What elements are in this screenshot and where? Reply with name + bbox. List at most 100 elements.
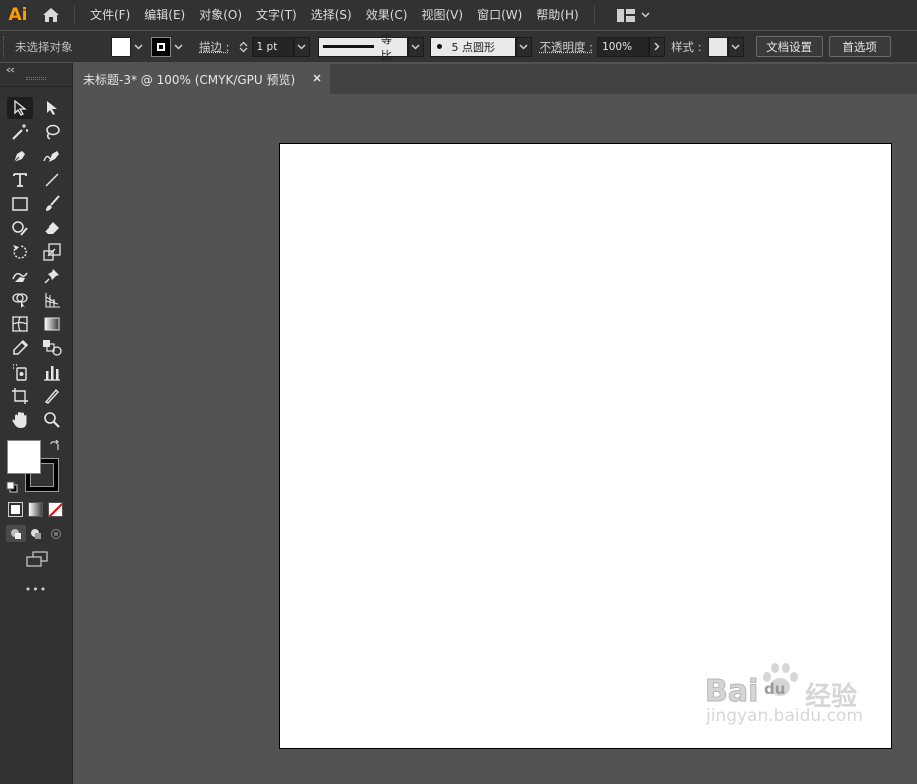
shaper-tool[interactable]: [7, 217, 33, 239]
menu-edit[interactable]: 编辑(E): [137, 0, 192, 30]
shape-builder-icon: [12, 293, 28, 308]
stroke-profile-dropdown[interactable]: [407, 36, 424, 57]
eraser-tool[interactable]: [39, 217, 65, 239]
panel-grip[interactable]: [3, 35, 9, 58]
none-mode-button[interactable]: [48, 502, 63, 517]
chevron-down-icon: [297, 43, 306, 50]
document-setup-button[interactable]: 文档设置: [755, 36, 823, 57]
workspace-layout-icon: [616, 8, 635, 22]
lasso-tool[interactable]: [39, 121, 65, 143]
mesh-tool[interactable]: [7, 313, 33, 335]
gradient-tool[interactable]: [39, 313, 65, 335]
draw-behind-icon: [31, 528, 41, 539]
fill-color-swatch[interactable]: [7, 440, 41, 474]
swap-fill-stroke-icon[interactable]: [49, 440, 61, 452]
opacity-input[interactable]: 100%: [597, 36, 650, 57]
draw-inside-button[interactable]: [46, 525, 66, 542]
column-graph-tool[interactable]: [39, 361, 65, 383]
pushpin-icon: [44, 269, 59, 284]
symbol-sprayer-tool[interactable]: [7, 361, 33, 383]
selection-tool[interactable]: [7, 97, 33, 119]
stroke-dropdown[interactable]: [171, 43, 185, 50]
app-logo[interactable]: Ai: [0, 0, 36, 30]
puppet-warp-tool[interactable]: [39, 265, 65, 287]
brush-dropdown[interactable]: [515, 36, 532, 57]
pen-nib-icon: [13, 151, 25, 163]
workspace-switcher[interactable]: [616, 8, 650, 22]
line-segment-icon: [45, 173, 59, 187]
stroke-weight-dropdown[interactable]: [293, 36, 310, 57]
watermark-brand2: du: [764, 680, 786, 698]
chevron-right-icon: [654, 42, 660, 51]
panel-grip[interactable]: [26, 77, 46, 80]
menu-effect[interactable]: 效果(C): [359, 0, 415, 30]
color-mode-button[interactable]: [8, 502, 23, 517]
chevron-down-icon: [519, 43, 528, 50]
scale-icon: [43, 243, 61, 261]
rotate-tool[interactable]: [7, 241, 33, 263]
menu-bar: Ai 文件(F) 编辑(E) 对象(O) 文字(T) 选择(S) 效果(C) 视…: [0, 0, 917, 30]
document-tabs: 未标题-3* @ 100% (CMYK/GPU 预览): [74, 64, 917, 94]
screen-mode-icon: [26, 551, 48, 567]
document-tab-title: 未标题-3* @ 100% (CMYK/GPU 预览): [83, 72, 296, 87]
artboard-tool[interactable]: [7, 385, 33, 407]
chevron-down-icon: [641, 12, 650, 18]
fill-swatch[interactable]: [111, 36, 131, 57]
collapse-panel-icon[interactable]: [6, 67, 15, 73]
home-button[interactable]: [36, 0, 66, 30]
line-segment-tool[interactable]: [39, 169, 65, 191]
stroke-swatch[interactable]: [151, 36, 171, 57]
blend-tool[interactable]: [39, 337, 65, 359]
preferences-button[interactable]: 首选项: [828, 36, 891, 57]
stroke-label[interactable]: 描边 :: [199, 39, 230, 55]
artboard[interactable]: [279, 143, 892, 749]
tab-close-button[interactable]: [310, 71, 324, 85]
edit-toolbar-button[interactable]: •••: [0, 583, 72, 596]
shape-builder-tool[interactable]: [7, 289, 33, 311]
screen-mode-button[interactable]: [24, 550, 50, 568]
document-tab[interactable]: 未标题-3* @ 100% (CMYK/GPU 预览): [74, 64, 330, 94]
rectangle-tool[interactable]: [7, 193, 33, 215]
slice-tool[interactable]: [39, 385, 65, 407]
stroke-profile-select[interactable]: 等比: [317, 33, 408, 62]
type-t-icon: [13, 173, 27, 187]
menu-select[interactable]: 选择(S): [304, 0, 359, 30]
pen-tool[interactable]: [7, 145, 33, 167]
zoom-tool[interactable]: [39, 409, 65, 431]
paintbrush-tool[interactable]: [39, 193, 65, 215]
opacity-flyout[interactable]: [649, 36, 666, 57]
eyedropper-tool[interactable]: [7, 337, 33, 359]
warp-tool[interactable]: [7, 265, 33, 287]
opacity-label[interactable]: 不透明度 :: [540, 39, 594, 55]
draw-normal-button[interactable]: [6, 525, 26, 542]
stroke-weight-input[interactable]: 1 pt: [251, 36, 294, 57]
direct-selection-arrow-icon: [47, 101, 57, 115]
menu-window[interactable]: 窗口(W): [470, 0, 529, 30]
curvature-tool[interactable]: [39, 145, 65, 167]
direct-selection-tool[interactable]: [39, 97, 65, 119]
brush-dot-icon: [436, 44, 442, 49]
none-slash-icon: [49, 503, 62, 516]
rectangle-icon: [12, 197, 28, 211]
default-fill-stroke-icon[interactable]: [6, 481, 18, 493]
draw-behind-button[interactable]: [26, 525, 46, 542]
scale-tool[interactable]: [39, 241, 65, 263]
gradient-mode-button[interactable]: [28, 502, 43, 517]
draw-inside-icon: [50, 528, 62, 539]
brush-select[interactable]: 5 点圆形: [429, 36, 516, 57]
menu-view[interactable]: 视图(V): [414, 0, 470, 30]
graphic-style-swatch[interactable]: [707, 36, 728, 57]
menu-file[interactable]: 文件(F): [83, 0, 137, 30]
hand-tool[interactable]: [7, 409, 33, 431]
graphic-style-dropdown[interactable]: [727, 36, 744, 57]
menu-object[interactable]: 对象(O): [192, 0, 249, 30]
fill-dropdown[interactable]: [131, 43, 145, 50]
perspective-grid-tool[interactable]: [39, 289, 65, 311]
stroke-weight-stepper[interactable]: [236, 37, 252, 57]
menu-type[interactable]: 文字(T): [249, 0, 304, 30]
slice-knife-icon: [44, 388, 59, 404]
menu-help[interactable]: 帮助(H): [529, 0, 585, 30]
magic-wand-tool[interactable]: [7, 121, 33, 143]
type-tool[interactable]: [7, 169, 33, 191]
symbol-sprayer-icon: [13, 364, 27, 381]
